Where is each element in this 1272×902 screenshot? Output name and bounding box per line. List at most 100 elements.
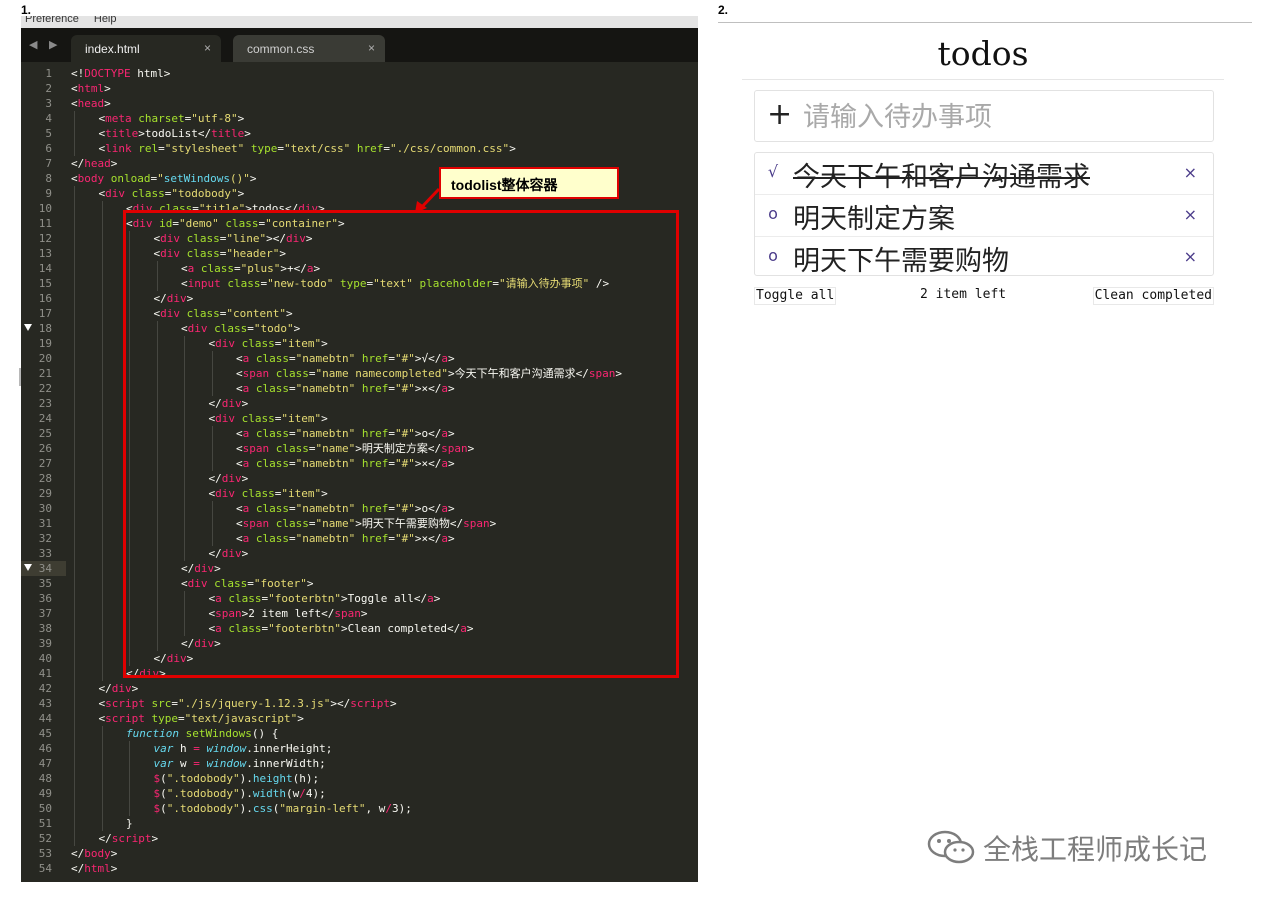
code-token: > <box>110 862 118 875</box>
close-icon[interactable]: × <box>1184 247 1197 266</box>
indent-guide <box>74 666 75 681</box>
code-token: > <box>104 97 111 110</box>
indent-guide <box>74 336 75 351</box>
tab-common-css[interactable]: common.css × <box>233 35 385 62</box>
line-number: 39 <box>38 637 52 650</box>
toggle-all-button[interactable]: Toggle all <box>754 287 837 305</box>
code-line[interactable]: 48 $(".todobody").height(h); <box>21 771 698 786</box>
line-number: 7 <box>45 157 52 170</box>
indent-guide <box>101 801 103 816</box>
code-token: = <box>193 757 200 770</box>
line-number: 20 <box>38 352 52 365</box>
code-token: link <box>105 142 132 155</box>
line-number: 13 <box>38 247 52 260</box>
code-token: ".todobody" <box>166 802 240 815</box>
code-line[interactable]: 54 </html> <box>21 861 698 876</box>
code-token: class <box>131 187 165 200</box>
code-token: title <box>211 127 245 140</box>
code-token: ()" <box>229 172 250 185</box>
scrollbar-handle[interactable] <box>19 368 21 386</box>
code-token: = <box>178 712 185 725</box>
indent-guide <box>101 576 103 591</box>
code-line[interactable]: 47 var w = window.innerWidth; <box>21 756 698 771</box>
clean-completed-button[interactable]: Clean completed <box>1092 287 1214 305</box>
line-number: 29 <box>38 487 52 500</box>
code-token: "margin-left" <box>279 802 366 815</box>
code-line[interactable]: 3 <head> <box>21 96 698 111</box>
tab-close-icon[interactable]: × <box>368 41 375 55</box>
menu-item-preferences[interactable]: Preference <box>25 16 79 25</box>
code-line[interactable]: 45 function setWindows() { <box>21 726 698 741</box>
line-number: 2 <box>45 82 52 95</box>
close-icon[interactable]: × <box>1184 205 1197 224</box>
indent-guide <box>74 591 75 606</box>
code-line[interactable]: 6 <link rel="stylesheet" type="text/css" … <box>21 141 698 156</box>
todo-item: o 明天下午需要购物 × <box>755 237 1213 278</box>
line-number: 36 <box>38 592 52 605</box>
menu-item-help[interactable]: Help <box>94 16 117 25</box>
code-token: </ <box>98 682 112 695</box>
code-text: var h = window.innerHeight; <box>154 741 333 756</box>
code-line[interactable]: 49 $(".todobody").width(w/4); <box>21 786 698 801</box>
indent-guide <box>74 726 75 741</box>
line-number: 18 <box>38 322 52 335</box>
code-token: charset <box>138 112 185 125</box>
code-line[interactable]: 42 </div> <box>21 681 698 696</box>
code-token: .innerHeight; <box>246 742 333 755</box>
indent-guide <box>74 111 75 126</box>
code-line[interactable]: 46 var h = window.innerHeight; <box>21 741 698 756</box>
indent-guide <box>74 801 75 816</box>
indent-guide <box>101 411 103 426</box>
line-number: 27 <box>38 457 52 470</box>
todo-item: √ 今天下午和客户沟通需求 × <box>755 153 1213 195</box>
check-icon[interactable]: √ <box>763 162 783 181</box>
line-number: 51 <box>38 817 52 830</box>
tab-index-html[interactable]: index.html × <box>71 35 221 62</box>
tab-close-icon[interactable]: × <box>204 41 211 55</box>
code-line[interactable]: 52 </script> <box>21 831 698 846</box>
indent-guide <box>74 216 75 231</box>
line-number: 11 <box>38 217 52 230</box>
close-icon[interactable]: × <box>1184 163 1197 182</box>
code-line[interactable]: 2 <html> <box>21 81 698 96</box>
code-line[interactable]: 50 $(".todobody").css("margin-left", w/3)… <box>21 801 698 816</box>
tab-nav-arrows-icon[interactable]: ◀ ▶ <box>29 38 61 51</box>
code-line[interactable]: 44 <script type="text/javascript"> <box>21 711 698 726</box>
line-number: 6 <box>45 142 52 155</box>
code-line[interactable]: 4 <meta charset="utf-8"> <box>21 111 698 126</box>
circle-icon[interactable]: o <box>763 246 783 265</box>
indent-guide <box>101 321 103 336</box>
new-todo-input[interactable] <box>801 99 1205 135</box>
code-token: 3); <box>391 802 412 815</box>
line-number: 3 <box>45 97 52 110</box>
line-number: 52 <box>38 832 52 845</box>
circle-icon[interactable]: o <box>763 204 783 223</box>
line-number: 30 <box>38 502 52 515</box>
indent-guide <box>101 231 103 246</box>
code-token: onload <box>110 172 151 185</box>
todo-name: 明天下午需要购物 <box>793 246 1009 277</box>
indent-guide <box>101 561 103 576</box>
indent-guide <box>74 246 75 261</box>
panel-1-label: 1. <box>21 3 32 17</box>
line-number: 5 <box>45 127 52 140</box>
line-number: 43 <box>38 697 52 710</box>
code-token: > <box>237 112 245 125</box>
code-token: > <box>244 127 251 140</box>
indent-guide <box>74 366 75 381</box>
code-token: script <box>105 697 145 710</box>
code-token: href <box>356 142 384 155</box>
plus-icon[interactable]: + <box>767 97 792 132</box>
code-line[interactable]: 53 </body> <box>21 846 698 861</box>
line-number: 19 <box>38 337 52 350</box>
code-line[interactable]: 51} <box>21 816 698 831</box>
line-number: 41 <box>38 667 52 680</box>
code-token: script <box>350 697 390 710</box>
code-line[interactable]: 43 <script src="./js/jquery-1.12.3.js"></… <box>21 696 698 711</box>
indent-guide <box>74 201 75 216</box>
code-line[interactable]: 5 <title>todoList</title> <box>21 126 698 141</box>
line-number: 35 <box>38 577 52 590</box>
code-line[interactable]: 1 <!DOCTYPE html> <box>21 66 698 81</box>
code-token: = <box>171 697 178 710</box>
